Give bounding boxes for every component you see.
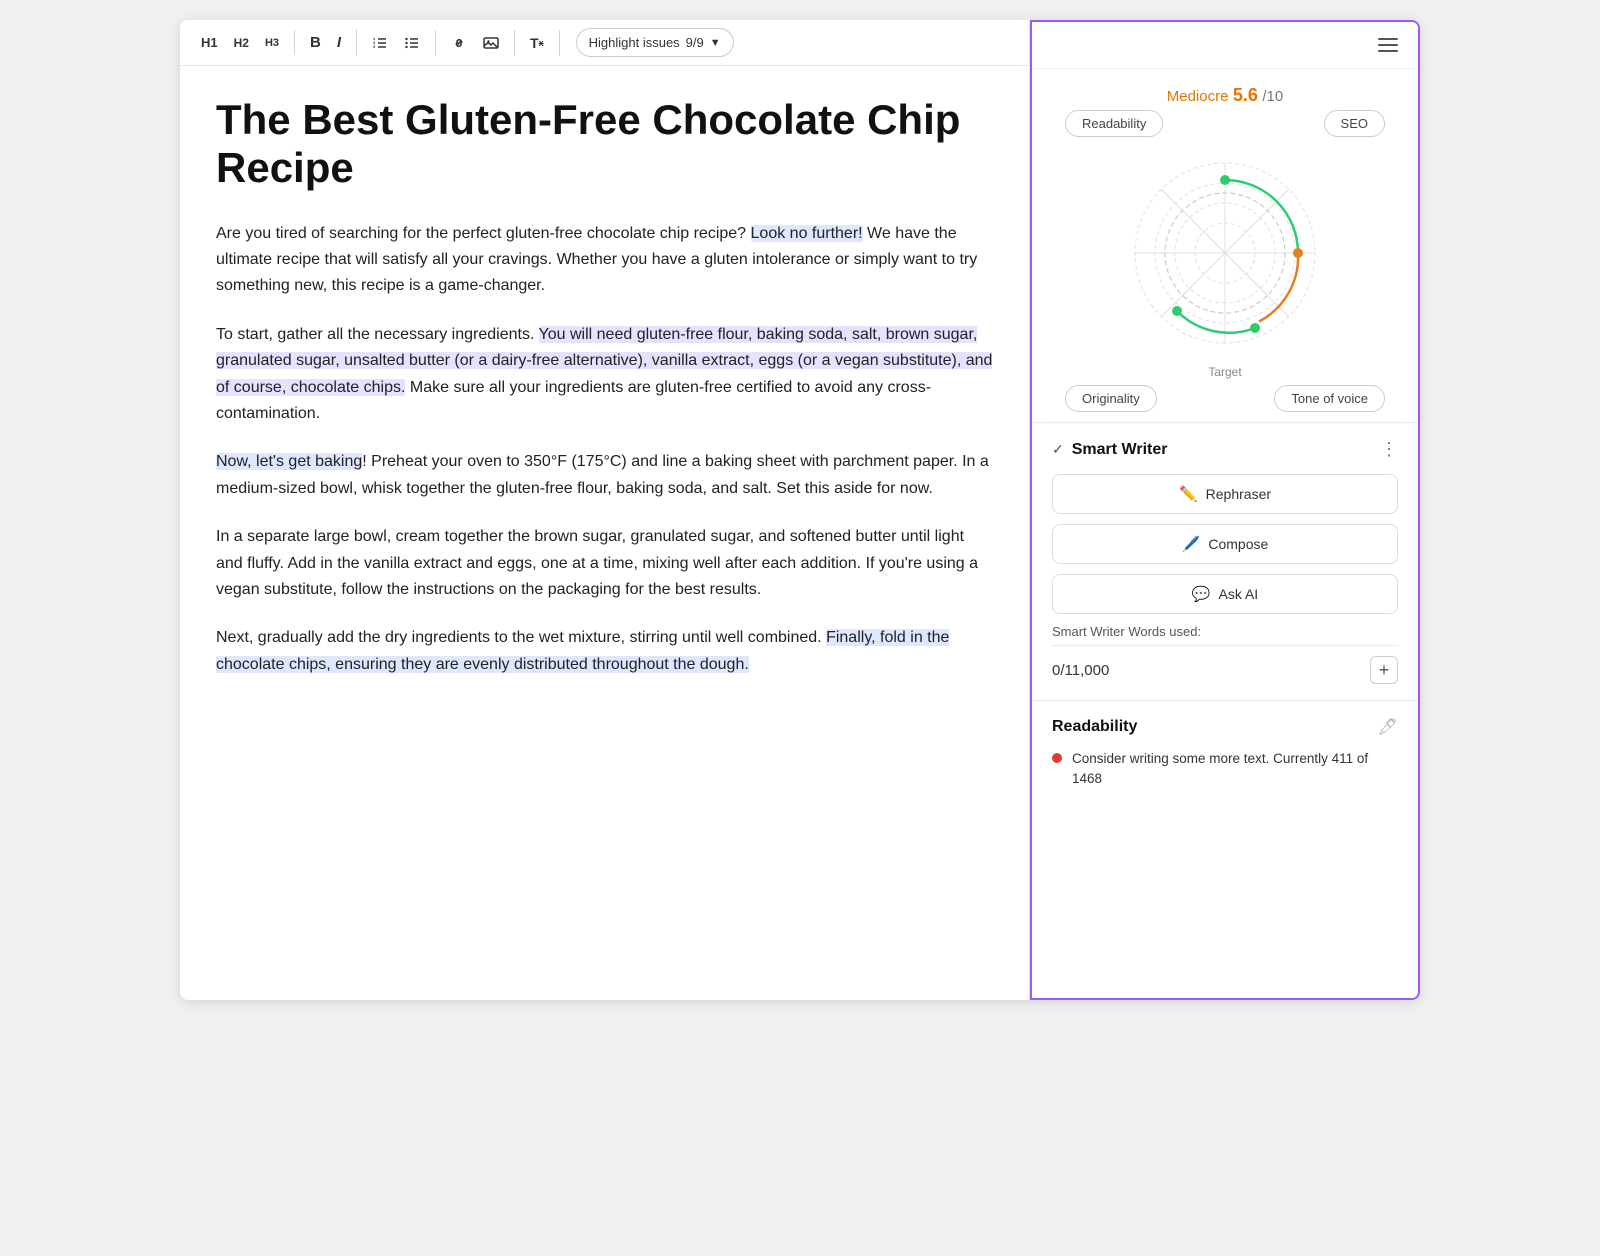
ordered-list-icon: 1 2 3 — [372, 35, 388, 51]
readability-title: Readability — [1052, 718, 1137, 736]
menu-line-1 — [1378, 38, 1398, 40]
menu-line-3 — [1378, 50, 1398, 52]
bold-button[interactable]: B — [303, 29, 328, 56]
heading-group: H1 H2 H3 — [194, 30, 295, 55]
words-used: 0 — [1052, 662, 1060, 679]
italic-button[interactable]: I — [330, 29, 348, 56]
tone-of-voice-tab[interactable]: Tone of voice — [1274, 385, 1385, 412]
ask-ai-button[interactable]: 💬 Ask AI — [1052, 574, 1398, 614]
smart-writer-chevron[interactable]: ✓ — [1052, 441, 1064, 458]
score-label: Mediocre — [1167, 88, 1229, 105]
clear-group: Tx — [523, 30, 560, 56]
highlight-count: 9/9 — [686, 35, 704, 50]
score-max: /10 — [1262, 88, 1283, 105]
compose-icon: 🖊️ — [1182, 535, 1201, 553]
highlight-issues-button[interactable]: Highlight issues 9/9 ▼ — [576, 28, 734, 57]
unordered-list-icon — [404, 35, 420, 51]
paragraph-4: In a separate large bowl, cream together… — [216, 524, 993, 603]
image-icon — [483, 35, 499, 51]
smart-writer-title-row: ✓ Smart Writer — [1052, 441, 1167, 459]
readability-tab[interactable]: Readability — [1065, 110, 1163, 137]
clear-format-button[interactable]: Tx — [523, 30, 551, 56]
readability-header: Readability 🖊 — [1052, 717, 1398, 737]
h3-button[interactable]: H3 — [258, 32, 286, 54]
red-dot-icon — [1052, 753, 1062, 763]
paragraph-1: Are you tired of searching for the perfe… — [216, 221, 993, 300]
highlight-label: Highlight issues — [589, 35, 680, 50]
menu-line-2 — [1378, 44, 1398, 46]
words-used-label: Smart Writer Words used: — [1052, 624, 1398, 639]
smart-writer-more-button[interactable]: ⋮ — [1380, 439, 1398, 460]
ordered-list-button[interactable]: 1 2 3 — [365, 30, 395, 56]
unordered-list-button[interactable] — [397, 30, 427, 56]
app-container: H1 H2 H3 B I 1 2 3 — [180, 20, 1420, 1000]
highlight-2: You will need gluten-free flour, baking … — [216, 326, 992, 396]
radar-container: Readability SEO — [1055, 110, 1395, 412]
smart-writer-title: Smart Writer — [1072, 441, 1168, 459]
words-total: 11,000 — [1065, 662, 1110, 679]
article-title: The Best Gluten-Free Chocolate Chip Reci… — [216, 96, 993, 193]
radar-target-label: Target — [1055, 365, 1395, 379]
words-row: 0/11,000 + — [1052, 656, 1398, 684]
smart-writer-section: ✓ Smart Writer ⋮ ✏️ Rephraser 🖊️ Compose… — [1032, 422, 1418, 700]
article-body: Are you tired of searching for the perfe… — [216, 221, 993, 678]
originality-tab[interactable]: Originality — [1065, 385, 1157, 412]
radar-svg-wrapper — [1055, 143, 1395, 363]
radar-chart — [1115, 143, 1335, 363]
radar-tabs-top: Readability SEO — [1055, 110, 1395, 137]
readability-text: Consider writing some more text. Current… — [1072, 749, 1398, 790]
format-group: B I — [303, 29, 357, 56]
image-button[interactable] — [476, 30, 506, 56]
link-icon — [451, 35, 467, 51]
chevron-down-icon: ▼ — [710, 37, 721, 49]
readability-edit-icon[interactable]: 🖊 — [1378, 717, 1398, 737]
score-section: Mediocre 5.6 /10 Readability SEO — [1032, 69, 1418, 422]
link-button[interactable] — [444, 30, 474, 56]
list-group: 1 2 3 — [365, 30, 436, 56]
right-panel: Mediocre 5.6 /10 Readability SEO — [1030, 20, 1420, 1000]
rephraser-button[interactable]: ✏️ Rephraser — [1052, 474, 1398, 514]
toolbar: H1 H2 H3 B I 1 2 3 — [180, 20, 1029, 66]
svg-text:3: 3 — [373, 44, 376, 49]
highlight-4: Finally, fold in the chocolate chips, en… — [216, 629, 949, 672]
compose-button[interactable]: 🖊️ Compose — [1052, 524, 1398, 564]
words-count: 0/11,000 — [1052, 662, 1109, 679]
smart-writer-header: ✓ Smart Writer ⋮ — [1052, 439, 1398, 460]
paragraph-2: To start, gather all the necessary ingre… — [216, 322, 993, 428]
right-header — [1032, 22, 1418, 69]
menu-button[interactable] — [1374, 34, 1402, 56]
add-words-button[interactable]: + — [1370, 656, 1398, 684]
highlight-1: Look no further! — [751, 225, 863, 242]
insert-group — [444, 30, 515, 56]
left-panel: H1 H2 H3 B I 1 2 3 — [180, 20, 1030, 1000]
score-value: 5.6 — [1233, 85, 1258, 105]
seo-tab[interactable]: SEO — [1324, 110, 1385, 137]
h1-button[interactable]: H1 — [194, 30, 225, 55]
paragraph-5: Next, gradually add the dry ingredients … — [216, 625, 993, 678]
paragraph-3: Now, let's get baking! Preheat your oven… — [216, 449, 993, 502]
words-divider — [1052, 645, 1398, 646]
ask-ai-icon: 💬 — [1192, 585, 1211, 603]
radar-tabs-bottom: Originality Tone of voice — [1055, 385, 1395, 412]
readability-item: Consider writing some more text. Current… — [1052, 749, 1398, 790]
h2-button[interactable]: H2 — [227, 31, 256, 55]
editor-content[interactable]: The Best Gluten-Free Chocolate Chip Reci… — [180, 66, 1029, 1000]
highlight-3: Now, let's get baking — [216, 453, 362, 470]
score-row: Mediocre 5.6 /10 — [1167, 85, 1284, 106]
compose-label: Compose — [1208, 536, 1268, 552]
rephraser-icon: ✏️ — [1179, 485, 1198, 503]
readability-panel: Readability 🖊 Consider writing some more… — [1032, 700, 1418, 806]
ask-ai-label: Ask AI — [1219, 586, 1259, 602]
rephraser-label: Rephraser — [1206, 486, 1271, 502]
